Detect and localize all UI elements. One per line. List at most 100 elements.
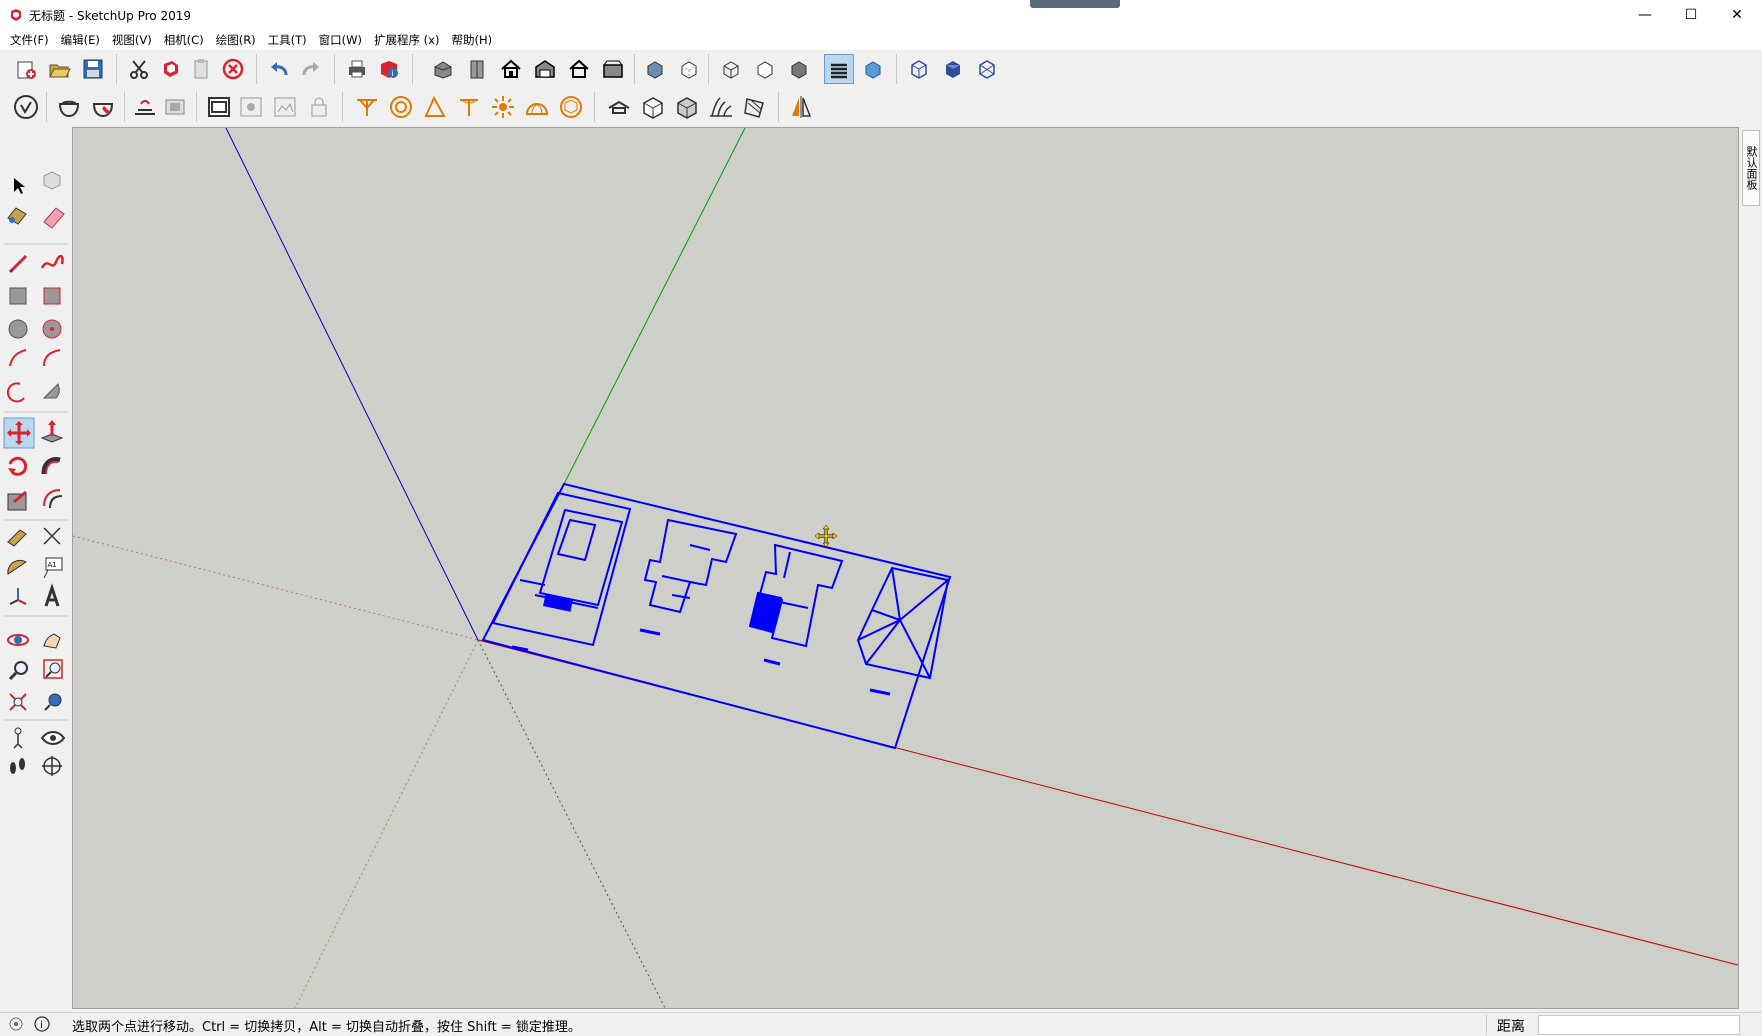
new-icon[interactable]: [11, 54, 41, 84]
zoom-extents-icon[interactable]: [9, 693, 27, 711]
undo-icon[interactable]: [264, 54, 294, 84]
orbit-icon[interactable]: [7, 634, 29, 646]
eraser-icon[interactable]: [43, 207, 65, 229]
style-b-icon[interactable]: [938, 54, 968, 84]
three-point-arc-icon[interactable]: [6, 382, 25, 403]
menu-tools[interactable]: 工具(T): [262, 30, 313, 50]
select-icon[interactable]: [14, 178, 25, 194]
hidden-line-icon[interactable]: [750, 54, 780, 84]
back-view-icon[interactable]: [564, 54, 594, 84]
iso-view-icon[interactable]: [428, 54, 458, 84]
scale-icon[interactable]: [7, 490, 27, 511]
drag-handle[interactable]: [1030, 0, 1120, 8]
push-pull-icon[interactable]: [40, 420, 64, 443]
back-edges-icon[interactable]: [674, 54, 704, 84]
rotate-icon[interactable]: [8, 456, 28, 476]
open-icon[interactable]: [44, 54, 74, 84]
delete-icon[interactable]: [218, 54, 248, 84]
menu-view[interactable]: 视图(V): [106, 30, 158, 50]
camera-icon[interactable]: [604, 92, 634, 122]
drawing-viewport[interactable]: [72, 127, 1739, 1009]
text-icon[interactable]: A1: [43, 557, 63, 579]
copy-icon[interactable]: [156, 54, 186, 84]
xray-icon[interactable]: [640, 54, 670, 84]
mirror-icon[interactable]: [786, 92, 816, 122]
texture-icon[interactable]: [740, 92, 770, 122]
rotated-rectangle-icon[interactable]: [43, 287, 61, 305]
extension-warehouse-icon[interactable]: [88, 92, 118, 122]
axes-icon[interactable]: [9, 588, 27, 605]
position-camera-icon[interactable]: [13, 727, 23, 749]
menu-draw[interactable]: 绘图(R): [210, 30, 262, 50]
paint-bucket-icon[interactable]: [7, 207, 27, 225]
offset-icon[interactable]: [43, 489, 63, 509]
polygon-icon[interactable]: [42, 319, 62, 339]
pie-icon[interactable]: [42, 383, 60, 399]
save-icon[interactable]: [78, 54, 108, 84]
component-icon[interactable]: [43, 171, 61, 190]
style-a-icon[interactable]: [904, 54, 934, 84]
section-cut-icon[interactable]: [270, 92, 300, 122]
section-display-icon[interactable]: [236, 92, 266, 122]
menu-window[interactable]: 窗口(W): [313, 30, 368, 50]
minimize-button[interactable]: —: [1622, 0, 1668, 30]
pole-tool-icon[interactable]: [454, 92, 484, 122]
wireframe-icon[interactable]: [716, 54, 746, 84]
model-info-icon[interactable]: i: [374, 54, 404, 84]
monochrome-icon[interactable]: [858, 54, 888, 84]
zoom-window-icon[interactable]: [43, 659, 63, 679]
close-button[interactable]: ✕: [1714, 0, 1760, 30]
dome-icon[interactable]: [522, 92, 552, 122]
two-point-arc-icon[interactable]: [43, 349, 61, 367]
cut-icon[interactable]: [124, 54, 154, 84]
shaded-icon[interactable]: [784, 54, 814, 84]
zoom-icon[interactable]: [8, 661, 28, 681]
style-c-icon[interactable]: [972, 54, 1002, 84]
look-around-icon[interactable]: [40, 731, 66, 745]
dimension-icon[interactable]: [43, 527, 61, 545]
lock-icon[interactable]: [304, 92, 334, 122]
section-plane-tool-icon[interactable]: [42, 756, 62, 776]
info-icon[interactable]: i: [34, 1016, 50, 1032]
right-view-icon[interactable]: [530, 54, 560, 84]
pan-icon[interactable]: [43, 633, 61, 649]
box-icon[interactable]: [638, 92, 668, 122]
menu-camera[interactable]: 相机(C): [158, 30, 210, 50]
circle-icon[interactable]: [8, 319, 28, 339]
sun-icon[interactable]: [488, 92, 518, 122]
geolocation-icon[interactable]: [8, 1016, 24, 1032]
left-view-icon[interactable]: [598, 54, 628, 84]
protractor-icon[interactable]: [7, 559, 27, 575]
sphere-icon[interactable]: [556, 92, 586, 122]
walk-icon[interactable]: [10, 758, 25, 774]
top-view-icon[interactable]: [462, 54, 492, 84]
rectangle-icon[interactable]: [9, 287, 27, 305]
grass-icon[interactable]: [706, 92, 736, 122]
solid-box-icon[interactable]: [672, 92, 702, 122]
sandbox-smoove-icon[interactable]: [130, 92, 160, 122]
measurements-input[interactable]: [1538, 1015, 1740, 1035]
redo-icon[interactable]: [296, 54, 326, 84]
freehand-icon[interactable]: [40, 254, 64, 269]
angle-tool-icon[interactable]: [420, 92, 450, 122]
tape-measure-icon[interactable]: [7, 529, 27, 547]
shaded-textures-icon[interactable]: [824, 54, 854, 84]
line-icon[interactable]: [8, 254, 28, 274]
paste-icon[interactable]: [186, 54, 216, 84]
components-icon[interactable]: [54, 92, 84, 122]
sandbox-stamp-icon[interactable]: [160, 92, 190, 122]
maximize-button[interactable]: ☐: [1668, 0, 1714, 30]
previous-view-icon[interactable]: [44, 693, 62, 711]
follow-me-icon[interactable]: [41, 457, 61, 475]
section-plane-icon[interactable]: [204, 92, 234, 122]
menu-extensions[interactable]: 扩展程序 (x): [368, 30, 445, 50]
warehouse-icon[interactable]: [11, 92, 41, 122]
menu-help[interactable]: 帮助(H): [445, 30, 498, 50]
print-icon[interactable]: [342, 54, 372, 84]
circle-solid-icon[interactable]: [386, 92, 416, 122]
3d-text-icon[interactable]: [44, 583, 60, 607]
front-view-icon[interactable]: [496, 54, 526, 84]
default-tray-tab[interactable]: 默认面板: [1742, 130, 1760, 206]
floor-plans-group[interactable]: [481, 482, 952, 750]
arc-icon[interactable]: [9, 349, 27, 367]
